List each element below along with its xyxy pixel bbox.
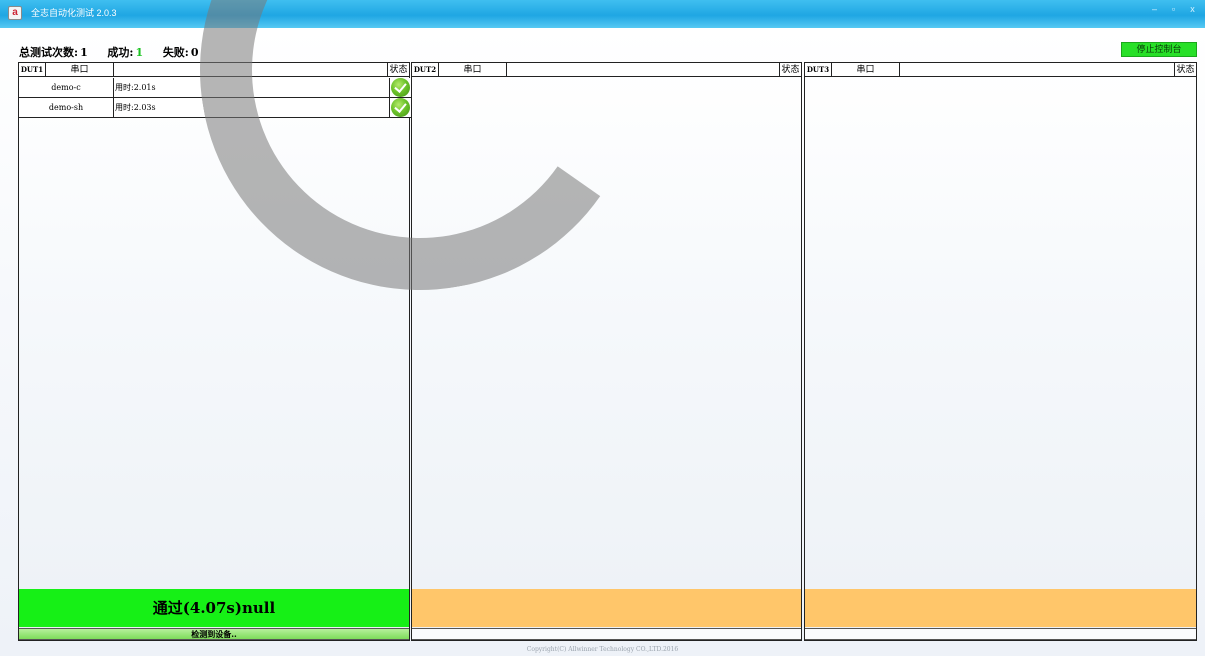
status-column-header: 状态 xyxy=(387,63,409,76)
test-status xyxy=(389,98,411,117)
minimize-button[interactable]: – xyxy=(1148,4,1161,14)
window-controls: – ▫ x xyxy=(1148,4,1199,14)
total-value: 1 xyxy=(80,46,88,59)
success-label: 成功: xyxy=(107,46,134,59)
app-logo-icon: a xyxy=(8,6,22,20)
test-duration: 用时:2.03s xyxy=(115,103,156,112)
test-name: demo-c xyxy=(19,78,114,97)
dut2-label: DUT2 xyxy=(412,63,439,76)
test-stats: 总测试次数: 1 成功: 1 失败: 0 xyxy=(19,44,201,60)
dut3-panel: DUT3 串口 状态 xyxy=(804,62,1197,641)
copyright-text: Copyright(C) Allwinner Technology CO.,LT… xyxy=(526,646,679,653)
status-column-header: 状态 xyxy=(779,63,801,76)
maximize-button[interactable]: ▫ xyxy=(1167,4,1180,14)
dut2-panel: DUT2 串口 状态 xyxy=(411,62,802,641)
test-status xyxy=(389,78,411,97)
dut1-panel: DUT1 串口 状态 demo-c 用时:2.01s demo-sh 用时:2.… xyxy=(18,62,411,641)
port-column-header: 串口 xyxy=(46,63,114,76)
fail-value: 0 xyxy=(190,46,199,59)
check-icon xyxy=(391,98,410,117)
dut1-result: 通过(4.07s)null xyxy=(19,589,409,627)
dut2-result xyxy=(412,589,801,627)
dut1-header: DUT1 串口 状态 xyxy=(19,63,409,77)
dut3-label: DUT3 xyxy=(805,63,832,76)
dut1-device-status: 检测到设备.. xyxy=(19,628,409,640)
dut3-result xyxy=(805,589,1196,627)
dut2-device-status xyxy=(412,628,801,640)
port-column-header: 串口 xyxy=(439,63,507,76)
total-label: 总测试次数: xyxy=(19,46,79,59)
success-value: 1 xyxy=(135,46,144,59)
fail-label: 失败: xyxy=(162,46,189,59)
dut1-label: DUT1 xyxy=(19,63,46,76)
status-column-header: 状态 xyxy=(1174,63,1196,76)
dut2-header: DUT2 串口 状态 xyxy=(412,63,801,77)
dut3-device-status xyxy=(805,628,1196,640)
dut3-header: DUT3 串口 状态 xyxy=(805,63,1196,77)
table-row[interactable]: demo-sh 用时:2.03s xyxy=(19,98,411,118)
title-bar: a 全志自动化测试 2.0.3 – ▫ x xyxy=(0,0,1205,28)
stop-console-button[interactable]: 停止控制台 xyxy=(1121,42,1197,57)
test-name: demo-sh xyxy=(19,98,114,117)
close-button[interactable]: x xyxy=(1186,4,1199,14)
table-row[interactable]: demo-c 用时:2.01s xyxy=(19,78,411,98)
check-icon xyxy=(391,78,410,97)
test-duration: 用时:2.01s xyxy=(115,83,156,92)
port-column-header: 串口 xyxy=(832,63,900,76)
window-title: 全志自动化测试 2.0.3 xyxy=(31,8,117,18)
